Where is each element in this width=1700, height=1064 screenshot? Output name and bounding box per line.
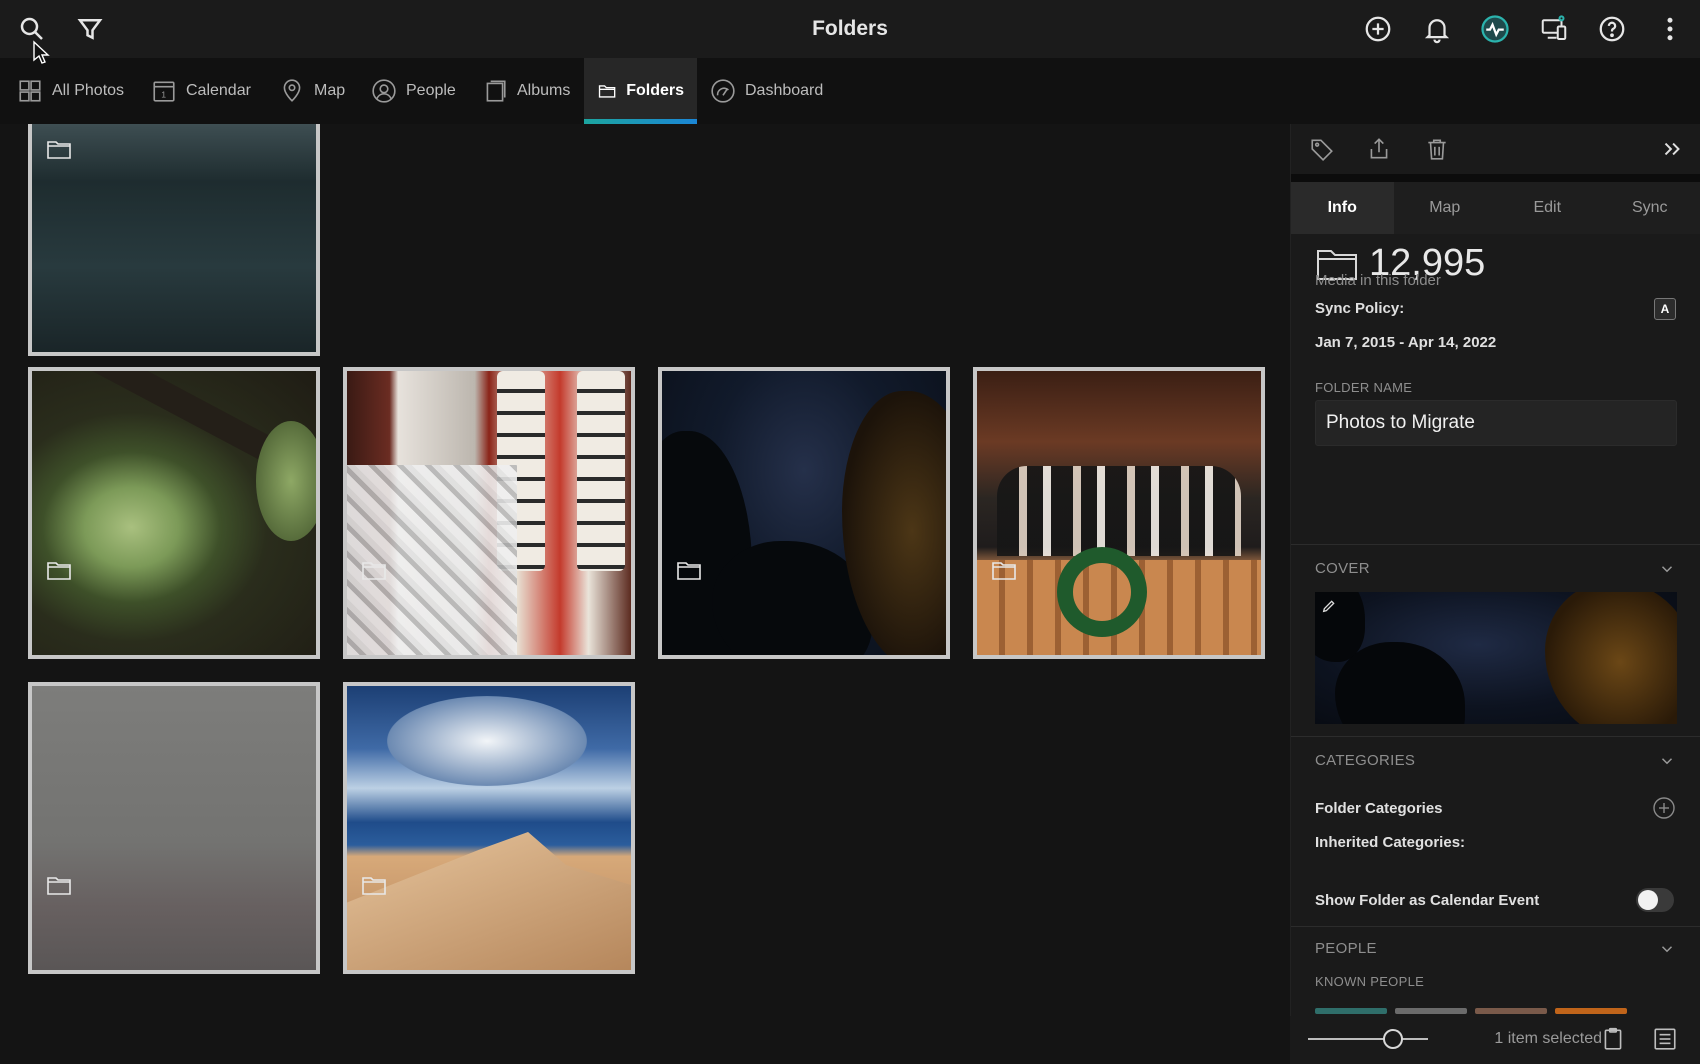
folder-thumbnail[interactable] (28, 124, 320, 356)
cover-image[interactable] (1315, 592, 1677, 724)
person-thumbnail[interactable] (1315, 1008, 1387, 1014)
person-thumbnail[interactable] (1555, 1008, 1627, 1014)
tab-folders[interactable]: Folders (584, 58, 697, 124)
folder-icon (361, 559, 387, 580)
person-thumbnail[interactable] (1395, 1008, 1467, 1014)
tag-icon[interactable] (1307, 134, 1337, 164)
panel-toolbar (1291, 124, 1700, 174)
more-vertical-icon[interactable] (1652, 11, 1688, 47)
folder-icon (46, 138, 72, 159)
collapse-panel-icon[interactable] (1657, 134, 1687, 164)
filter-icon[interactable] (72, 11, 108, 47)
nav-tabs: All Photos 1 Calendar Map People Albums … (0, 58, 1700, 124)
chevron-down-icon[interactable] (1658, 940, 1676, 958)
tab-label: Dashboard (745, 82, 824, 99)
tab-label: Albums (517, 82, 571, 99)
known-people-list (1315, 1008, 1655, 1014)
tab-label: People (406, 82, 456, 99)
tab-albums[interactable]: Albums (469, 58, 583, 124)
tab-label: Calendar (186, 82, 251, 99)
top-bar: Folders (0, 0, 1700, 58)
sync-policy-button[interactable]: A (1654, 298, 1676, 320)
folder-thumbnail[interactable] (343, 682, 635, 974)
calendar-icon: 1 (153, 81, 175, 102)
folder-icon (598, 85, 616, 98)
folder-icon (46, 559, 72, 580)
grid-icon (19, 80, 41, 102)
show-calendar-toggle[interactable] (1636, 888, 1674, 912)
selection-status: 1 item selected (1494, 1030, 1602, 1047)
folder-icon (46, 874, 72, 895)
chevron-down-icon[interactable] (1658, 752, 1676, 770)
info-panel: Info Map Edit Sync 12,995 Media in this … (1290, 124, 1700, 1064)
bell-icon[interactable] (1419, 11, 1455, 47)
map-pin-icon (283, 79, 301, 102)
known-people-label: KNOWN PEOPLE (1315, 974, 1425, 989)
folder-grid (0, 124, 1288, 1064)
dashboard-icon (711, 79, 735, 103)
folder-name-field[interactable] (1315, 400, 1677, 446)
help-icon[interactable] (1594, 11, 1630, 47)
tab-edit[interactable]: Edit (1496, 182, 1599, 234)
cover-section-header: COVER (1315, 560, 1370, 577)
folder-icon (676, 559, 702, 580)
tab-map[interactable]: Map (1394, 182, 1497, 234)
album-icon (486, 80, 506, 102)
tab-label: Folders (626, 82, 684, 99)
add-circle-icon[interactable] (1360, 11, 1396, 47)
tab-info[interactable]: Info (1291, 182, 1394, 234)
search-icon[interactable] (14, 11, 50, 47)
folder-categories-label: Folder Categories (1315, 800, 1443, 817)
date-range: Jan 7, 2015 - Apr 14, 2022 (1315, 334, 1497, 351)
chevron-down-icon[interactable] (1658, 560, 1676, 578)
bottom-bar: 1 item selected (1290, 1016, 1700, 1064)
folder-thumbnail[interactable] (28, 367, 320, 659)
people-section-header: PEOPLE (1315, 940, 1377, 957)
categories-section-header: CATEGORIES (1315, 752, 1416, 769)
svg-text:1: 1 (161, 90, 166, 100)
zoom-slider-handle[interactable] (1383, 1029, 1403, 1049)
devices-icon[interactable] (1536, 11, 1572, 47)
sync-policy-label: Sync Policy: (1315, 300, 1405, 317)
clipboard-icon[interactable] (1600, 1026, 1626, 1052)
panel-tabs: Info Map Edit Sync (1291, 182, 1700, 234)
trash-icon[interactable] (1422, 134, 1452, 164)
tab-dashboard[interactable]: Dashboard (697, 58, 836, 124)
tab-sync[interactable]: Sync (1599, 182, 1700, 234)
person-thumbnail[interactable] (1475, 1008, 1547, 1014)
media-caption: Media in this folder (1315, 272, 1441, 289)
tab-all-photos[interactable]: All Photos (4, 58, 137, 124)
edit-pencil-icon[interactable] (1321, 598, 1337, 614)
show-calendar-label: Show Folder as Calendar Event (1315, 892, 1540, 909)
folder-thumbnail-selected[interactable] (658, 367, 950, 659)
folder-name-label: FOLDER NAME (1315, 380, 1413, 395)
folder-thumbnail[interactable] (28, 682, 320, 974)
list-view-icon[interactable] (1652, 1026, 1678, 1052)
share-icon[interactable] (1364, 134, 1394, 164)
add-category-icon[interactable] (1652, 796, 1676, 820)
inherited-categories-label: Inherited Categories: (1315, 834, 1466, 851)
folder-thumbnail[interactable] (973, 367, 1265, 659)
folder-icon (991, 559, 1017, 580)
zoom-slider[interactable] (1308, 1029, 1428, 1049)
folder-icon (361, 874, 387, 895)
tab-people[interactable]: People (358, 58, 469, 124)
tab-calendar[interactable]: 1 Calendar (138, 58, 264, 124)
person-icon (372, 79, 396, 103)
tab-map[interactable]: Map (266, 58, 358, 124)
activity-icon[interactable] (1477, 11, 1513, 47)
folder-thumbnail[interactable] (343, 367, 635, 659)
tab-label: All Photos (52, 82, 125, 99)
tab-label: Map (314, 82, 346, 99)
